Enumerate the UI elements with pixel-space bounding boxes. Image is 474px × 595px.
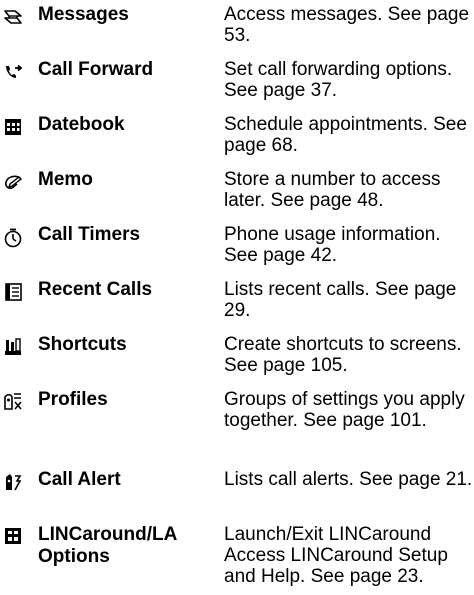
menu-item-name: Call Alert [38,469,121,490]
memo-icon [2,172,24,194]
menu-item-name: Shortcuts [38,334,127,355]
menu-item-name: Profiles [38,389,108,410]
menu-item-name: Messages [38,4,129,25]
menu-item-name: Call Timers [38,224,141,245]
call-timers-icon [2,227,24,249]
menu-item-name: Recent Calls [38,279,153,300]
menu-item-description: Store a number to access later. See page… [224,169,441,211]
menu-item-description: Set call forwarding options. See page 37… [224,59,453,101]
call-alert-icon [2,471,24,493]
lincaround-icon [2,525,24,547]
menu-item-description: Lists recent calls. See page 29. [224,279,457,321]
menu-item-name: Memo [38,169,93,190]
recent-calls-icon [2,281,24,303]
call-forward-icon [2,61,24,83]
menu-item-description: Groups of settings you apply together. S… [224,389,465,431]
menu-item-description: Create shortcuts to screens. See page 10… [224,334,462,376]
datebook-icon [2,116,24,138]
menu-item-description: Schedule appointments. See page 68. [224,114,467,156]
menu-item-description: Phone usage information. See page 42. [224,224,441,266]
shortcuts-icon [2,336,24,358]
messages-icon [2,6,24,28]
menu-item-name: Datebook [38,114,125,135]
profiles-icon [2,391,24,413]
menu-item-description: Access messages. See page 53. [224,4,470,46]
menu-item-description: Launch/Exit LINCaround Access LINCaround… [224,524,448,587]
menu-item-description: Lists call alerts. See page 21. [224,469,473,490]
menu-item-name: LINCaround/LA Options [38,524,177,567]
menu-item-name: Call Forward [38,59,154,80]
